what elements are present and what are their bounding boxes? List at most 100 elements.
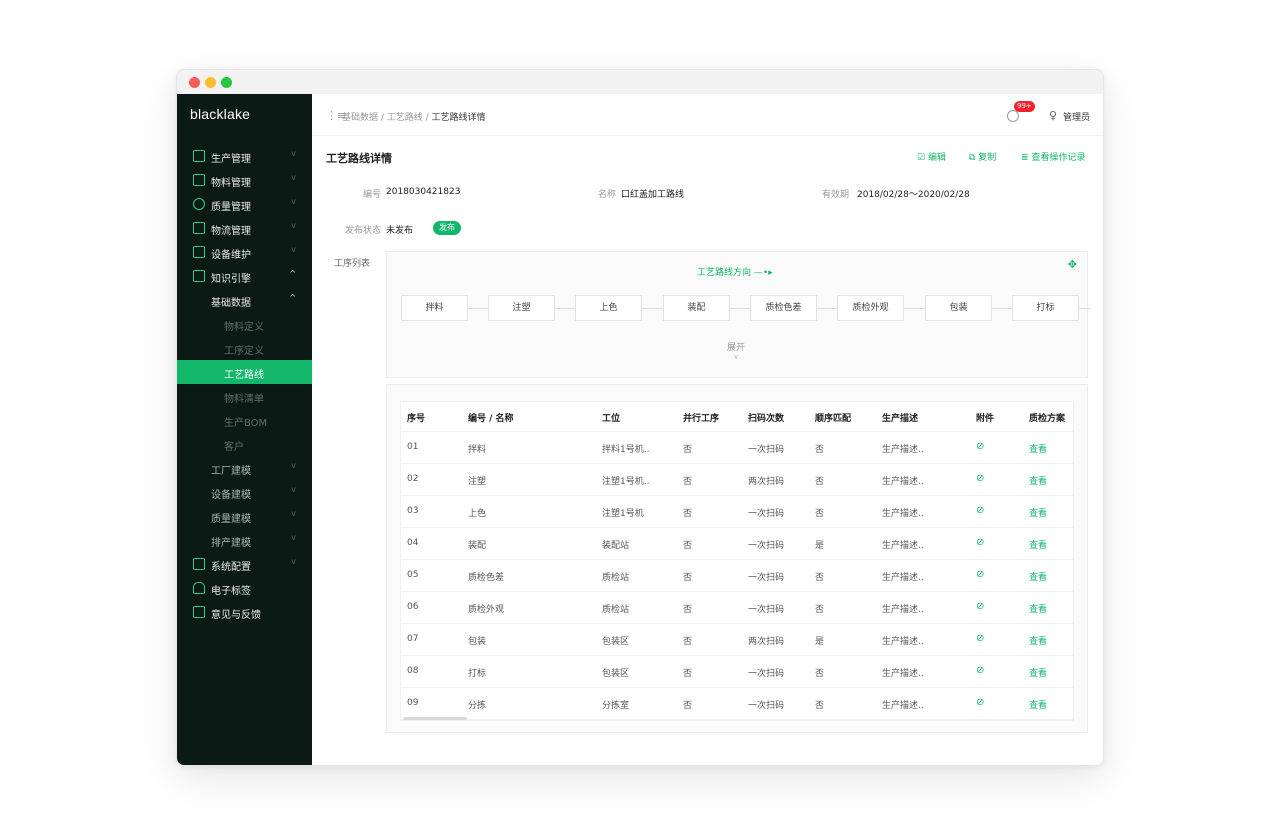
view-qc-link[interactable]: 查看 (1029, 602, 1047, 615)
edit-label: 编辑 (927, 153, 946, 163)
view-qc-link[interactable]: 查看 (1029, 538, 1047, 551)
sidebar-item-label: 生产BOM (224, 418, 268, 429)
view-qc-link[interactable]: 查看 (1029, 442, 1047, 455)
code-label: 编号 (363, 190, 382, 200)
flow-step[interactable]: 装配 (663, 295, 730, 321)
sidebar-item-logistics[interactable]: 物流管理 v (177, 216, 312, 240)
table-body: 01 拌料 拌料1号机.. 否一次扫码否生产描述.. ⊘ 查看 02 注塑 注塑1号机.. 否两次… (401, 432, 1073, 720)
history-button[interactable]: ≣ 查看操作记录 (1021, 150, 1085, 163)
chevron-down-icon: ∨ (733, 353, 739, 361)
scan-count: 一次扫码 (748, 701, 785, 711)
process-name: 包装 (468, 637, 487, 647)
sidebar-item-maintenance[interactable]: 设备维护 v (177, 240, 312, 264)
view-qc-link[interactable]: 查看 (1029, 570, 1047, 583)
workstation: 包装区 (602, 637, 630, 647)
chevron-down-icon: v (291, 245, 296, 254)
production-desc: 生产描述.. (882, 701, 924, 711)
sidebar-item-quality[interactable]: 质量管理 v (177, 192, 312, 216)
sidebar-item-basic-data[interactable]: 基础数据 ^ (177, 288, 312, 312)
parallel-flag: 否 (683, 509, 693, 519)
maximize-window-button[interactable] (221, 77, 232, 88)
sidebar-item-process-definition[interactable]: 工序定义 (177, 336, 312, 360)
sidebar-item-label: 设备维护 (211, 250, 251, 261)
sidebar-item-e-label[interactable]: 电子标签 (177, 576, 312, 600)
attachment-icon[interactable]: ⊘ (976, 633, 984, 644)
expand-toggle[interactable]: 展开 ∨ (727, 340, 745, 361)
view-qc-link[interactable]: 查看 (1029, 474, 1047, 487)
tag-icon (193, 582, 205, 594)
attachment-icon[interactable]: ⊘ (976, 569, 984, 580)
sidebar-item-system-config[interactable]: 系统配置 v (177, 552, 312, 576)
parallel-flag: 否 (683, 701, 693, 711)
sidebar-item-process-route[interactable]: 工艺路线 (177, 360, 312, 384)
sidebar-item-factory-model[interactable]: 工厂建模 v (177, 456, 312, 480)
row-index: 07 (407, 634, 419, 644)
flow-step[interactable]: 上色 (575, 295, 642, 321)
sidebar-item-customer[interactable]: 客户 (177, 432, 312, 456)
col-header: 质检方案 (1029, 414, 1066, 424)
list-icon: ≣ (1021, 153, 1032, 163)
scan-count: 一次扫码 (748, 541, 785, 551)
chevron-down-icon: v (291, 197, 296, 206)
view-qc-link[interactable]: 查看 (1029, 698, 1047, 711)
view-qc-link[interactable]: 查看 (1029, 634, 1047, 647)
parallel-flag: 否 (683, 669, 693, 679)
user-icon[interactable]: ♀ (1049, 109, 1057, 122)
table-row: 07 包装 包装区 否 两次扫码 是 生产描述.. ⊘ 查看 (401, 624, 1073, 656)
sidebar-item-material[interactable]: 物料管理 v (177, 168, 312, 192)
move-icon[interactable]: ✥ (1068, 258, 1077, 271)
sidebar-item-production[interactable]: 生产管理 v (177, 144, 312, 168)
sidebar-item-production-bom[interactable]: 生产BOM (177, 408, 312, 432)
attachment-icon[interactable]: ⊘ (976, 441, 984, 452)
attachment-icon[interactable]: ⊘ (976, 537, 984, 548)
sidebar-item-equipment-model[interactable]: 设备建模 v (177, 480, 312, 504)
copy-icon: ⧉ (969, 153, 979, 163)
flow-step[interactable]: 打标 (1012, 295, 1079, 321)
flow-step[interactable]: 注塑 (488, 295, 555, 321)
edit-icon: ☑ (917, 153, 928, 163)
sidebar-item-label: 知识引擎 (211, 274, 251, 285)
attachment-icon[interactable]: ⊘ (976, 665, 984, 676)
publish-button[interactable]: 发布 (433, 221, 461, 235)
edit-button[interactable]: ☑ 编辑 (917, 150, 946, 163)
row-index: 01 (407, 442, 419, 452)
view-qc-link[interactable]: 查看 (1029, 666, 1047, 679)
row-index: 02 (407, 474, 419, 484)
horizontal-scrollbar[interactable] (403, 717, 467, 720)
minimize-window-button[interactable] (205, 77, 216, 88)
table-row: 09 分拣 分拣室 否 一次扫码 否 生产描述.. ⊘ 查看 (401, 688, 1073, 720)
view-qc-link[interactable]: 查看 (1029, 506, 1047, 519)
flow-step[interactable]: 包装 (925, 295, 992, 321)
sequence-match: 否 (815, 509, 825, 519)
close-window-button[interactable] (189, 77, 200, 88)
production-desc: 生产描述.. (882, 541, 924, 551)
table-row: 04 装配 装配站 否 一次扫码 是 生产描述.. ⊘ 查看 (401, 528, 1073, 560)
sidebar-item-bom[interactable]: 物料清单 (177, 384, 312, 408)
sidebar-item-material-definition[interactable]: 物料定义 (177, 312, 312, 336)
attachment-icon[interactable]: ⊘ (976, 505, 984, 516)
row-index: 06 (407, 602, 419, 612)
sidebar-item-label: 基础数据 (211, 298, 251, 309)
copy-button[interactable]: ⧉ 复制 (969, 150, 996, 163)
flow-step[interactable]: 拌料 (401, 295, 468, 321)
sidebar-item-scheduling-model[interactable]: 排产建模 v (177, 528, 312, 552)
status-value: 未发布 (386, 226, 414, 236)
attachment-icon[interactable]: ⊘ (976, 473, 984, 484)
flow-step[interactable]: 质检外观 (837, 295, 904, 321)
user-name[interactable]: 管理员 (1063, 110, 1090, 123)
flow-step[interactable]: 质检色差 (750, 295, 817, 321)
production-desc: 生产描述.. (882, 509, 924, 519)
scan-count: 两次扫码 (748, 637, 785, 647)
sidebar-item-feedback[interactable]: 意见与反馈 (177, 600, 312, 624)
workstation: 注塑1号机 (602, 509, 644, 519)
sidebar-item-knowledge[interactable]: 知识引擎 ^ (177, 264, 312, 288)
col-header: 生产描述 (882, 414, 919, 424)
sidebar-item-label: 意见与反馈 (211, 610, 261, 621)
breadcrumb-parents[interactable]: 基础数据 / 工艺路线 / (342, 113, 429, 123)
attachment-icon[interactable]: ⊘ (976, 697, 984, 708)
scan-count: 一次扫码 (748, 605, 785, 615)
attachment-icon[interactable]: ⊘ (976, 601, 984, 612)
title-bar (177, 70, 1103, 94)
valid-label: 有效期 (822, 190, 850, 200)
sidebar-item-quality-model[interactable]: 质量建模 v (177, 504, 312, 528)
